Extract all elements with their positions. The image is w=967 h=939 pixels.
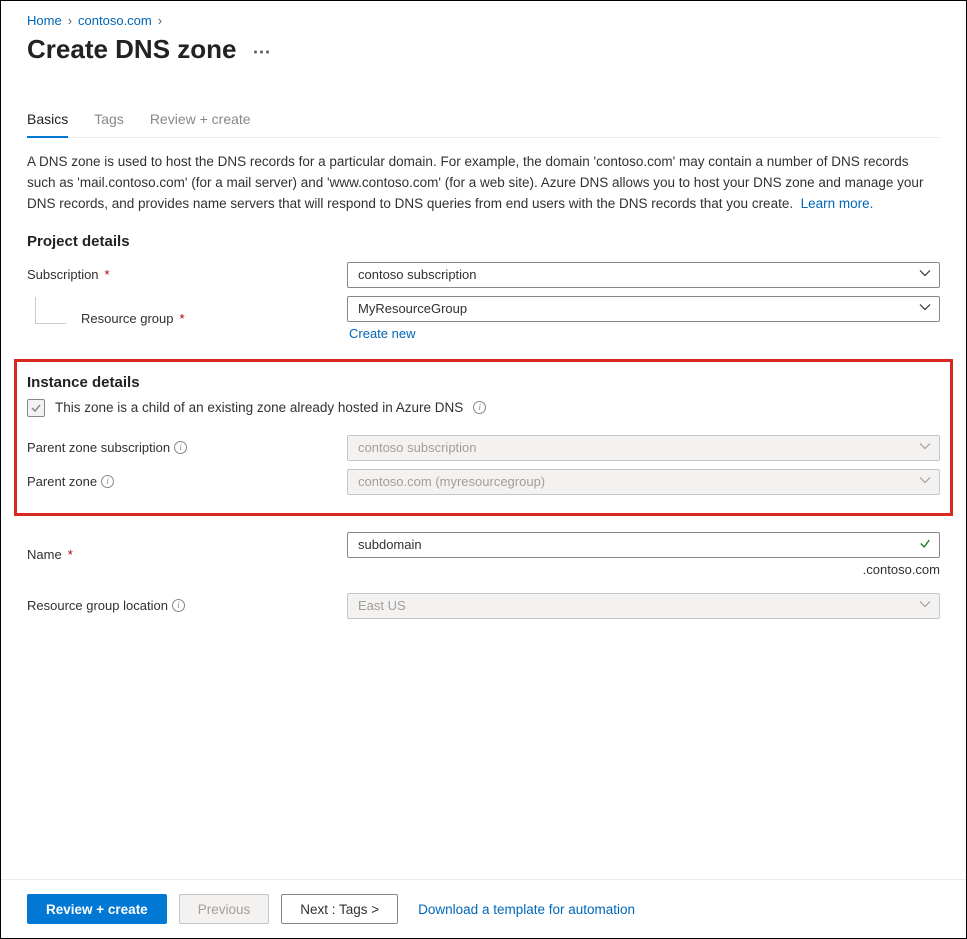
- page-title: Create DNS zone ⋯: [27, 34, 940, 65]
- tab-review-create[interactable]: Review + create: [150, 105, 251, 137]
- chevron-down-icon: [919, 301, 931, 316]
- name-label: Name*: [27, 547, 347, 562]
- section-project-details: Project details: [27, 233, 940, 250]
- resource-group-label: Resource group*: [27, 311, 347, 326]
- breadcrumb-contoso[interactable]: contoso.com: [78, 13, 152, 28]
- chevron-right-icon: ›: [158, 13, 162, 28]
- child-zone-checkbox[interactable]: [27, 399, 45, 417]
- name-input[interactable]: subdomain: [347, 532, 940, 558]
- chevron-down-icon: [919, 440, 931, 455]
- tab-tags[interactable]: Tags: [94, 105, 124, 137]
- section-instance-details: Instance details: [27, 374, 940, 391]
- breadcrumb: Home › contoso.com ›: [27, 13, 940, 28]
- create-new-link[interactable]: Create new: [347, 326, 940, 341]
- chevron-down-icon: [919, 474, 931, 489]
- download-template-link[interactable]: Download a template for automation: [418, 902, 635, 917]
- parent-zone-select: contoso.com (myresourcegroup): [347, 469, 940, 495]
- learn-more-link[interactable]: Learn more.: [801, 196, 874, 211]
- description-text: A DNS zone is used to host the DNS recor…: [27, 154, 923, 211]
- info-icon[interactable]: i: [172, 599, 185, 612]
- info-icon[interactable]: i: [473, 401, 486, 414]
- parent-subscription-select: contoso subscription: [347, 435, 940, 461]
- footer: Review + create Previous Next : Tags > D…: [1, 879, 966, 938]
- tab-basics[interactable]: Basics: [27, 105, 68, 137]
- next-button[interactable]: Next : Tags >: [281, 894, 398, 924]
- description: A DNS zone is used to host the DNS recor…: [27, 152, 940, 215]
- rg-location-label: Resource group location i: [27, 598, 347, 613]
- chevron-down-icon: [919, 598, 931, 613]
- page-title-text: Create DNS zone: [27, 34, 237, 65]
- previous-button: Previous: [179, 894, 270, 924]
- child-zone-label: This zone is a child of an existing zone…: [55, 400, 463, 415]
- subscription-label: Subscription*: [27, 267, 347, 282]
- info-icon[interactable]: i: [101, 475, 114, 488]
- name-suffix: .contoso.com: [347, 562, 940, 577]
- check-icon: [30, 402, 42, 414]
- resource-group-select[interactable]: MyResourceGroup: [347, 296, 940, 322]
- check-icon: [919, 537, 931, 552]
- chevron-down-icon: [919, 267, 931, 282]
- chevron-right-icon: ›: [68, 13, 72, 28]
- info-icon[interactable]: i: [174, 441, 187, 454]
- rg-location-select: East US: [347, 593, 940, 619]
- review-create-button[interactable]: Review + create: [27, 894, 167, 924]
- more-actions-icon[interactable]: ⋯: [253, 43, 271, 61]
- subscription-select[interactable]: contoso subscription: [347, 262, 940, 288]
- tabs: Basics Tags Review + create: [27, 105, 940, 138]
- breadcrumb-home[interactable]: Home: [27, 13, 62, 28]
- parent-zone-label: Parent zone i: [27, 474, 347, 489]
- instance-details-highlight: Instance details This zone is a child of…: [14, 359, 953, 516]
- parent-subscription-label: Parent zone subscription i: [27, 440, 347, 455]
